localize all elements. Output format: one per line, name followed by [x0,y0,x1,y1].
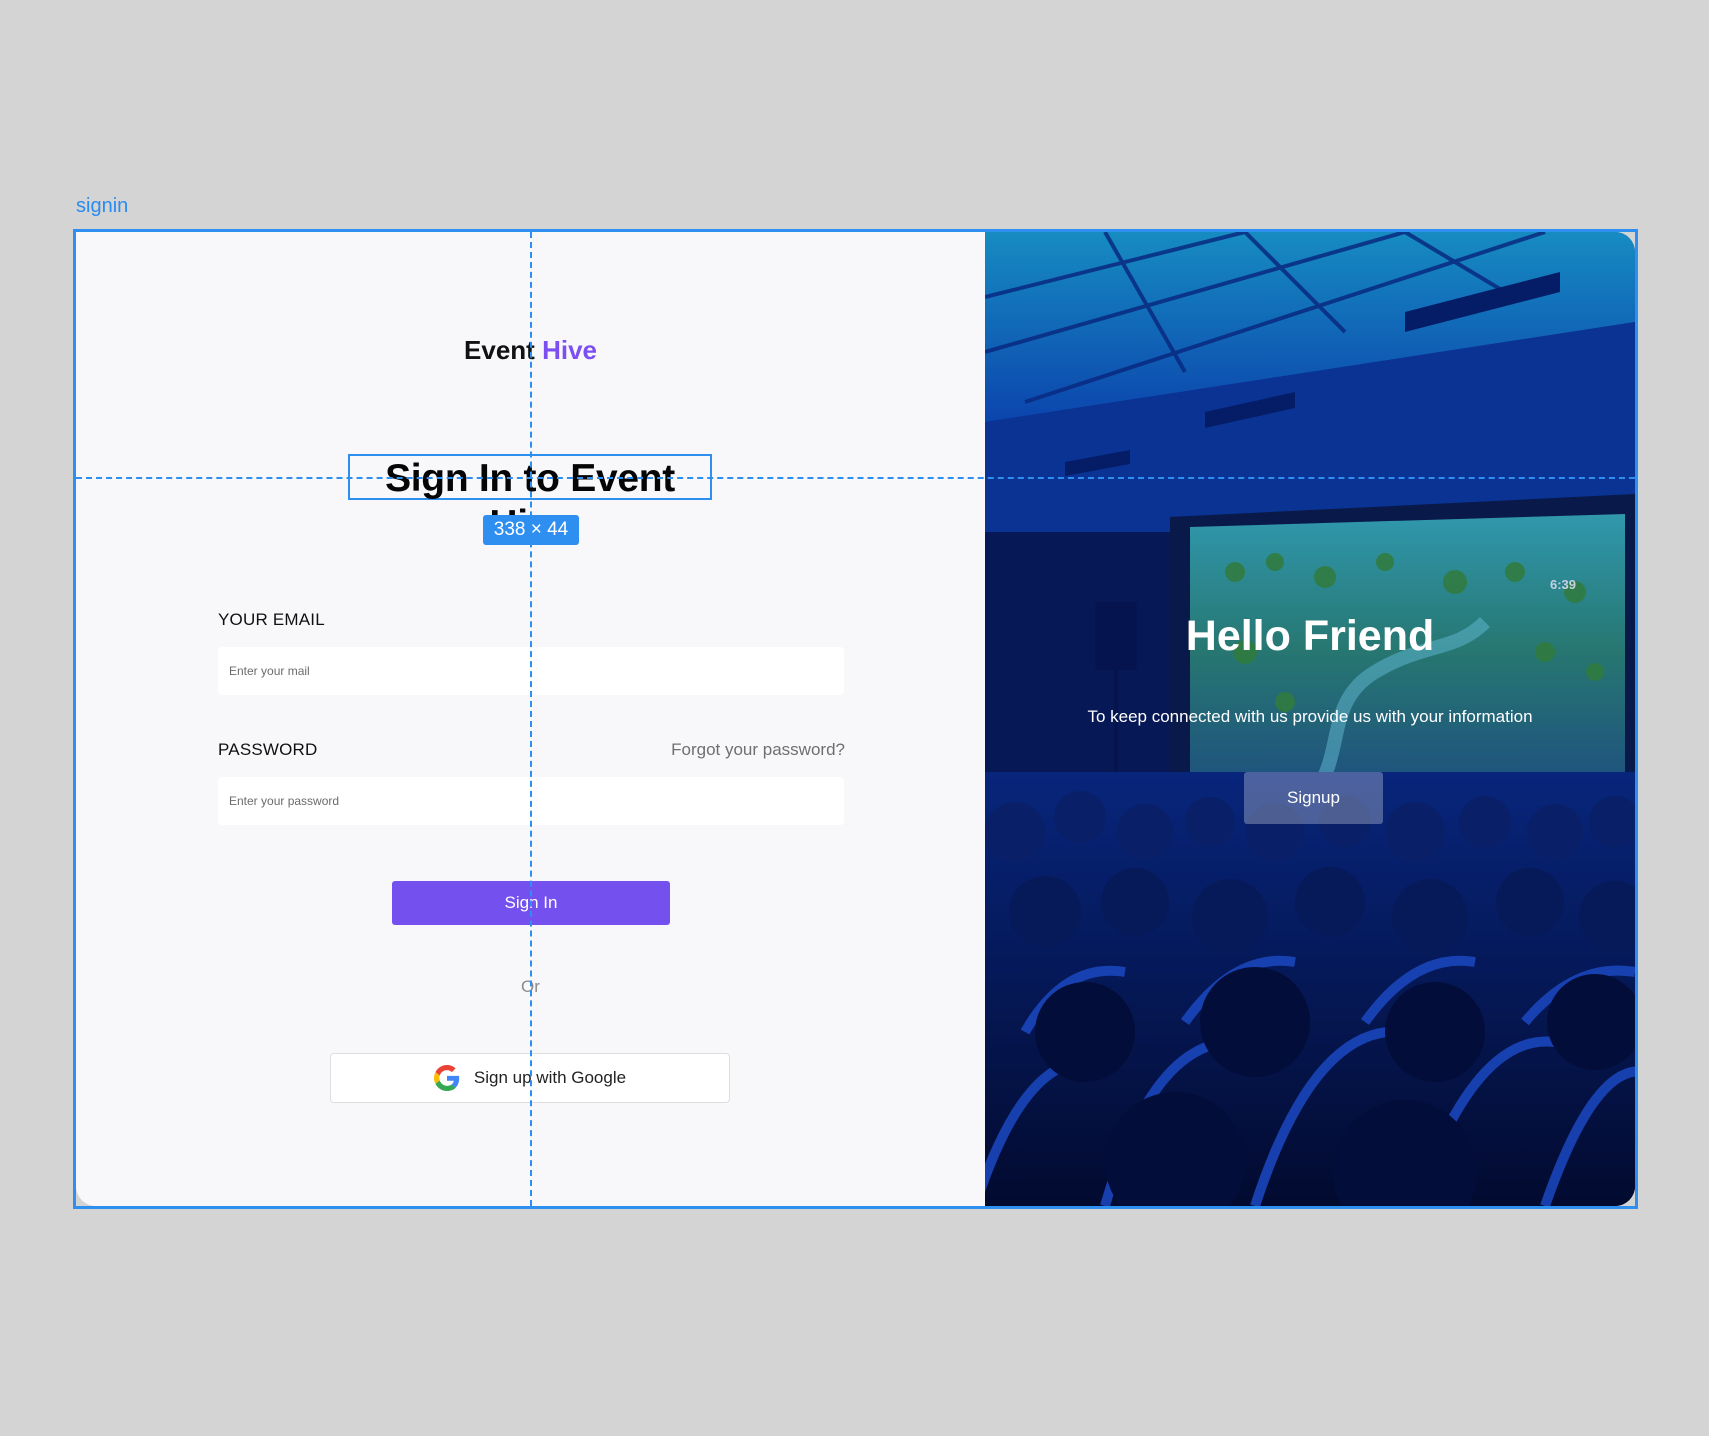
password-input[interactable] [218,777,844,825]
google-icon [433,1065,460,1091]
google-signup-button[interactable]: Sign up with Google [330,1053,730,1103]
page-title[interactable]: Sign In to Event Hive [348,454,712,546]
brand-name-accent: Hive [542,335,597,365]
email-input[interactable] [218,647,844,695]
sign-in-button[interactable]: Sign In [392,881,670,925]
forgot-password-link[interactable]: Forgot your password? [671,740,845,760]
signin-frame: Event Hive Sign In to Event Hive 338 × 4… [76,232,1635,1206]
email-label: YOUR EMAIL [218,610,325,629]
selection-size-badge: 338 × 44 [483,515,579,545]
welcome-subtitle: To keep connected with us provide us wit… [1087,707,1533,726]
google-signup-label: Sign up with Google [473,1068,627,1087]
or-divider: Or [521,977,540,996]
signup-button[interactable]: Signup [1244,772,1383,824]
signin-panel: Event Hive Sign In to Event Hive 338 × 4… [76,232,985,1206]
brand-name-main: Event [464,335,535,365]
password-label: PASSWORD [218,740,318,759]
brand-logo[interactable]: Event Hive [76,335,985,366]
welcome-panel: 6:39 Hello Friend To keep connected with… [985,232,1635,1206]
welcome-title: Hello Friend [1185,612,1435,660]
frame-label: signin [76,195,129,217]
